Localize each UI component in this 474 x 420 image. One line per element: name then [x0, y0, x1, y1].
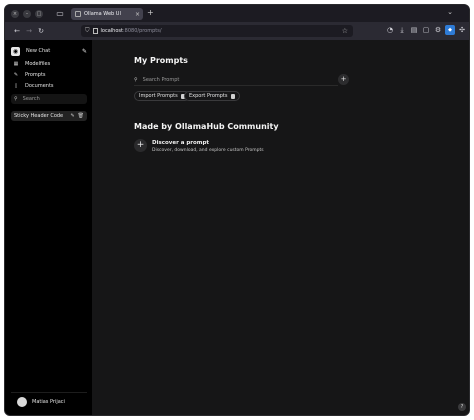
export-prompts-button[interactable]: Export Prompts: [184, 91, 240, 101]
community-title: Made by OllamaHub Community: [134, 122, 279, 131]
page-info-icon[interactable]: [92, 28, 98, 34]
trash-icon[interactable]: 🗑: [78, 113, 84, 119]
discover-subtitle: Discover, download, and explore custom P…: [152, 148, 264, 153]
sidebar-item-label: Modelfiles: [25, 61, 51, 67]
user-avatar: [17, 397, 27, 407]
browser-window: × – □ ▭ Ollama Web UI × + ⌄ ← → ↻ ⛉ loca…: [4, 4, 470, 416]
firefox-view-icon[interactable]: ▭: [55, 9, 65, 19]
sidebar-search-input[interactable]: [22, 96, 78, 102]
document-icon: ▯: [14, 83, 18, 89]
sidebar: ◉ New Chat ✎ ▦ Modelfiles ✎ Prompts ▯ Do…: [5, 40, 92, 415]
discover-prompt-link[interactable]: + Discover a prompt Discover, download, …: [134, 139, 264, 153]
shield-icon[interactable]: ⛉: [85, 27, 90, 35]
add-prompt-button[interactable]: +: [338, 74, 349, 85]
bookmark-star-icon[interactable]: ☆: [342, 27, 348, 35]
import-prompts-button[interactable]: Import Prompts: [134, 91, 190, 101]
tab-favicon-icon: [75, 11, 81, 17]
reader-icon[interactable]: ▢: [421, 25, 431, 35]
plus-circle-icon: +: [134, 139, 147, 152]
close-window-icon[interactable]: ×: [11, 9, 19, 18]
help-button[interactable]: ?: [458, 403, 466, 411]
export-prompts-label: Export Prompts: [189, 93, 228, 99]
tab-close-icon[interactable]: ×: [135, 11, 140, 18]
minimize-window-icon[interactable]: –: [23, 9, 31, 18]
tab-title: Ollama Web UI: [84, 11, 121, 17]
user-profile-button[interactable]: Matias Prijaci: [17, 397, 65, 407]
url-path: :8080/prompts/: [122, 28, 162, 34]
rename-icon[interactable]: ✎: [70, 113, 74, 119]
navigation-bar: ← → ↻ ⛉ localhost:8080/prompts/ ☆ ◔ ⤓ ▤ …: [5, 22, 470, 40]
extension-icon[interactable]: ◆: [445, 25, 455, 35]
file-export-icon: [230, 93, 235, 99]
prompt-search-input[interactable]: [142, 76, 323, 83]
chat-title: Sticky Header Code: [14, 113, 64, 119]
maximize-window-icon[interactable]: □: [35, 9, 43, 18]
sidebar-item-documents[interactable]: ▯ Documents: [11, 81, 87, 91]
discover-title: Discover a prompt: [152, 140, 210, 146]
page-title: My Prompts: [134, 56, 188, 65]
sidebar-item-modelfiles[interactable]: ▦ Modelfiles: [11, 59, 87, 69]
sidebar-item-prompts[interactable]: ✎ Prompts: [11, 70, 87, 80]
main-content: My Prompts ⚲ + Import Prompts Export Pro…: [92, 40, 469, 415]
edit-icon[interactable]: ✎: [82, 48, 87, 55]
search-icon: ⚲: [134, 76, 138, 83]
prompt-search: ⚲: [134, 74, 338, 86]
account-avatar-icon[interactable]: ●: [469, 25, 470, 35]
tab-bar: × – □ ▭ Ollama Web UI × + ⌄: [5, 5, 469, 22]
puzzle-icon[interactable]: ✣: [457, 25, 467, 35]
forward-icon[interactable]: →: [23, 27, 35, 35]
sidebar-search: ⚲: [11, 94, 87, 104]
new-chat-label: New Chat: [26, 48, 51, 54]
address-bar[interactable]: ⛉ localhost:8080/prompts/ ☆: [81, 25, 353, 37]
reload-icon[interactable]: ↻: [35, 27, 47, 35]
sidebar-item-label: Documents: [25, 83, 54, 89]
downloads-icon[interactable]: ⤓: [397, 25, 407, 35]
pocket-icon[interactable]: ◔: [385, 25, 395, 35]
new-tab-button[interactable]: +: [147, 8, 154, 17]
tab-list-chevron-icon[interactable]: ⌄: [447, 8, 453, 16]
discover-text: Discover a prompt Discover, download, an…: [152, 139, 264, 153]
sidebar-item-label: Prompts: [25, 72, 46, 78]
search-icon: ⚲: [14, 96, 18, 102]
pencil-icon: ✎: [13, 72, 19, 78]
sidebar-divider: [11, 392, 87, 393]
url-host: localhost: [100, 28, 123, 34]
import-prompts-label: Import Prompts: [139, 93, 178, 99]
back-icon[interactable]: ←: [11, 27, 23, 35]
grid-icon: ▦: [13, 61, 19, 67]
user-name: Matias Prijaci: [32, 399, 65, 405]
library-icon[interactable]: ▤: [409, 25, 419, 35]
tab-ollama-web-ui[interactable]: Ollama Web UI ×: [71, 8, 143, 20]
ollama-logo-icon: ◉: [11, 46, 20, 56]
settings-icon[interactable]: ⚙: [433, 25, 443, 35]
chat-list-item[interactable]: Sticky Header Code ✎ 🗑: [11, 111, 87, 121]
toolbar-icons: ◔ ⤓ ▤ ▢ ⚙ ◆ ✣ ● ≡: [385, 25, 470, 35]
new-chat-button[interactable]: ◉ New Chat ✎: [11, 45, 87, 57]
